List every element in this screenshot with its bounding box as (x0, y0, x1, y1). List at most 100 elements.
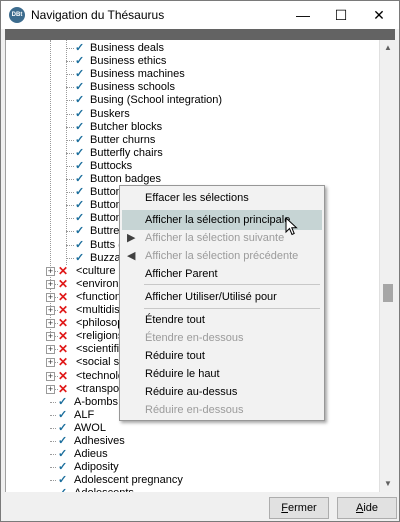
tree-connector (50, 427, 56, 429)
tree-item-label: Business ethics (90, 55, 167, 68)
vertical-scrollbar[interactable]: ▲ ▼ (379, 40, 395, 492)
selected-check-icon[interactable]: ✓ (75, 160, 84, 173)
tree-connector (66, 257, 74, 259)
tree-row[interactable]: ✓ Adieus (6, 448, 379, 461)
selected-check-icon[interactable]: ✓ (75, 134, 84, 147)
scroll-thumb[interactable] (383, 284, 393, 302)
clear-selections-item[interactable]: Effacer les sélections (122, 188, 322, 208)
window-title: Navigation du Thésaurus (31, 8, 165, 22)
selected-check-icon[interactable]: ✓ (58, 487, 67, 492)
menu-separator (144, 308, 320, 309)
menu-item-label: Afficher Utiliser/Utilisé pour (145, 291, 277, 303)
tree-row[interactable]: ✓ Business schools (6, 81, 379, 94)
show-parent-item[interactable]: Afficher Parent (122, 264, 322, 284)
tree-row[interactable]: ✓ Business ethics (6, 55, 379, 68)
selected-check-icon[interactable]: ✓ (75, 42, 84, 55)
selected-check-icon[interactable]: ✓ (75, 225, 84, 238)
tree-item-label: Business deals (90, 42, 164, 54)
selected-check-icon[interactable]: ✓ (75, 68, 84, 81)
tree-connector (66, 192, 74, 194)
help-button[interactable]: Aide (337, 497, 397, 519)
selected-check-icon[interactable]: ✓ (75, 212, 84, 225)
collapse-top-item[interactable]: Réduire le haut (122, 364, 322, 384)
collapse-all-item[interactable]: Réduire tout (122, 346, 322, 366)
tree-item-label: Adolescents (74, 487, 134, 492)
tree-row[interactable]: ✓ Adolescents (6, 487, 379, 492)
scroll-up-icon[interactable]: ▲ (380, 40, 396, 56)
excluded-cross-icon[interactable]: ✕ (58, 343, 68, 356)
selected-check-icon[interactable]: ✓ (75, 186, 84, 199)
selected-check-icon[interactable]: ✓ (75, 121, 84, 134)
tree-row[interactable]: ✓ Butterfly chairs (6, 147, 379, 160)
menu-item-label: Réduire au-dessus (145, 386, 238, 398)
tree-row[interactable]: ✓ Busing (School integration) (6, 94, 379, 107)
tree-connector (66, 113, 74, 115)
close-window-button[interactable]: ✕ (361, 1, 397, 29)
tree-row[interactable]: ✓ AWOL (6, 422, 379, 435)
expand-below-item: Étendre en-dessous (122, 328, 322, 348)
tree-row[interactable]: ✓ Adhesives (6, 435, 379, 448)
selected-check-icon[interactable]: ✓ (58, 461, 67, 474)
menu-item-label: Étendre tout (145, 314, 205, 326)
tree-item-label: Butter churns (90, 133, 156, 146)
selected-check-icon[interactable]: ✓ (75, 108, 84, 121)
tree-item-label: Butterfly chairs (90, 146, 163, 159)
tree-connector (66, 244, 74, 246)
mouse-cursor-icon (285, 217, 298, 236)
tree-row[interactable]: ✓ Butter churns (6, 134, 379, 147)
show-use-usedfor-item[interactable]: Afficher Utiliser/Utilisé pour (122, 287, 322, 307)
excluded-cross-icon[interactable]: ✕ (58, 356, 68, 369)
tree-connector (66, 87, 74, 89)
selected-check-icon[interactable]: ✓ (58, 435, 67, 448)
excluded-cross-icon[interactable]: ✕ (58, 264, 68, 278)
tree-item-label: Adolescent pregnancy (74, 474, 183, 487)
show-previous-selection-item: ◀ Afficher la sélection précédente (122, 246, 322, 266)
selected-check-icon[interactable]: ✓ (58, 409, 67, 422)
minimize-button[interactable]: — (285, 1, 321, 29)
excluded-cross-icon[interactable]: ✕ (58, 330, 68, 343)
tree-header-bar (5, 29, 395, 40)
tree-row[interactable]: ✓ Butcher blocks (6, 121, 379, 134)
tree-item-label: ALF (74, 408, 95, 421)
tree-row[interactable]: ✓ Buttocks (6, 160, 379, 173)
expand-all-item[interactable]: Étendre tout (122, 310, 322, 330)
collapse-above-item[interactable]: Réduire au-dessus (122, 382, 322, 402)
tree-connector (50, 480, 56, 482)
maximize-button[interactable]: ☐ (323, 1, 359, 29)
tree-item-label: Business machines (90, 68, 185, 81)
excluded-cross-icon[interactable]: ✕ (58, 277, 68, 291)
selected-check-icon[interactable]: ✓ (75, 147, 84, 160)
tree-row[interactable]: ✓ Adolescent pregnancy (6, 474, 379, 487)
selected-check-icon[interactable]: ✓ (58, 422, 67, 435)
menu-item-label: Afficher la sélection précédente (145, 250, 299, 262)
tree-connector (50, 467, 56, 469)
tree-row[interactable]: ✓ Buskers (6, 108, 379, 121)
selected-check-icon[interactable]: ✓ (75, 81, 84, 94)
close-button[interactable]: Fermer (269, 497, 329, 519)
tree-item-label: Butcher blocks (90, 120, 163, 133)
selected-check-icon[interactable]: ✓ (75, 239, 84, 252)
excluded-cross-icon[interactable]: ✕ (58, 382, 68, 396)
excluded-cross-icon[interactable]: ✕ (58, 369, 68, 383)
selected-check-icon[interactable]: ✓ (58, 474, 67, 487)
excluded-cross-icon[interactable]: ✕ (58, 317, 68, 330)
selected-check-icon[interactable]: ✓ (75, 173, 84, 186)
excluded-cross-icon[interactable]: ✕ (58, 304, 68, 317)
selected-check-icon[interactable]: ✓ (75, 252, 84, 265)
tree-item-label: Butts ( (90, 238, 122, 251)
selected-check-icon[interactable]: ✓ (75, 199, 84, 212)
selected-check-icon[interactable]: ✓ (58, 396, 67, 409)
tree-row[interactable]: ✓ Adiposity (6, 461, 379, 474)
selected-check-icon[interactable]: ✓ (75, 55, 84, 68)
tree-connector (66, 100, 74, 102)
menu-item-label: Afficher la sélection principale (145, 214, 291, 226)
title-bar: DBt Navigation du Thésaurus — ☐ ✕ (1, 1, 399, 29)
menu-separator (144, 284, 320, 285)
scroll-down-icon[interactable]: ▼ (380, 476, 396, 492)
tree-connector (66, 139, 74, 141)
selected-check-icon[interactable]: ✓ (75, 94, 84, 107)
selected-check-icon[interactable]: ✓ (58, 448, 67, 461)
tree-row[interactable]: ✓ Business deals (6, 42, 379, 55)
tree-row[interactable]: ✓ Business machines (6, 68, 379, 81)
excluded-cross-icon[interactable]: ✕ (58, 290, 68, 304)
